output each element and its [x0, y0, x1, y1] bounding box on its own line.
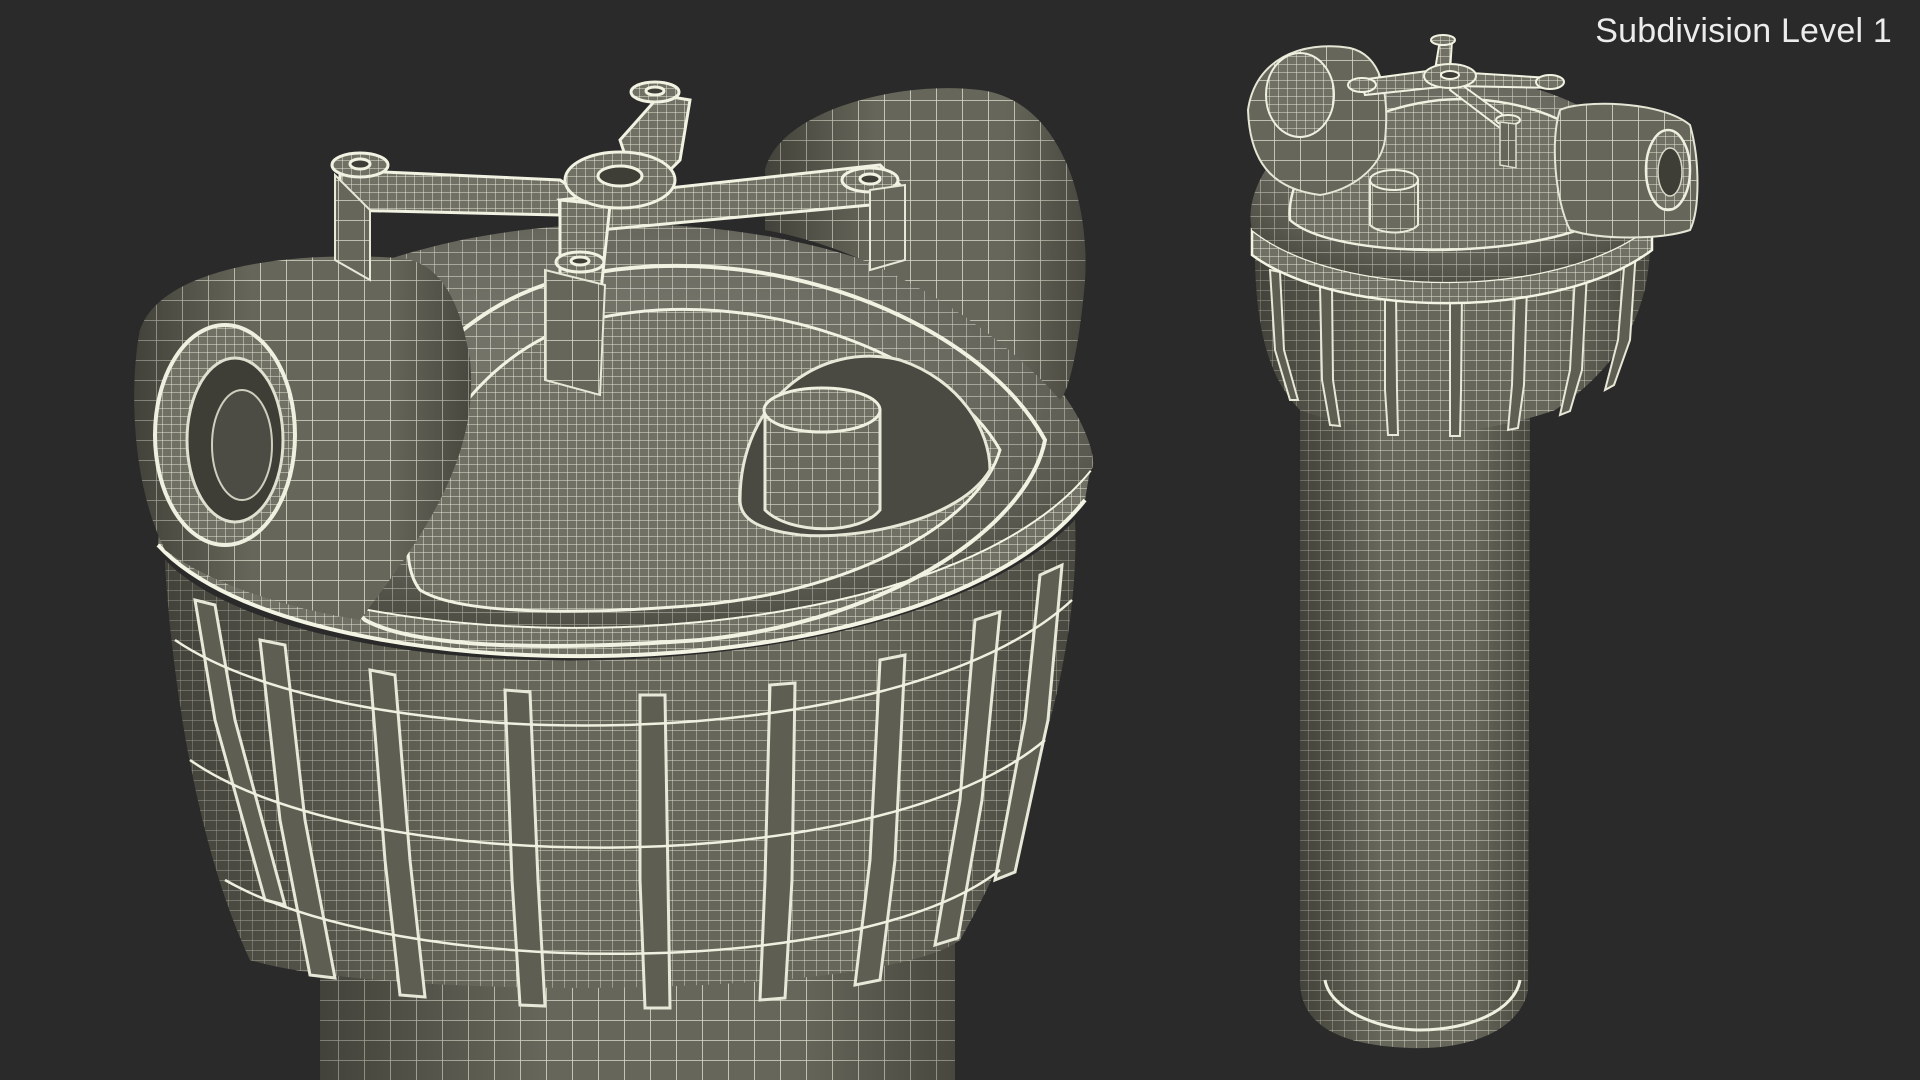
- render-canvas: [134, 34, 1699, 1080]
- subdivision-level-label: Subdivision Level 1: [1595, 12, 1892, 50]
- render-viewport: Subdivision Level 1: [0, 0, 1920, 1080]
- water-filter-housing-closeup: [134, 80, 1094, 1080]
- filter-vent-plug: [762, 386, 882, 531]
- water-filter-housing-full: [1246, 34, 1699, 1049]
- full-filter-outlet-port: [1553, 102, 1699, 239]
- full-filter-bowl: [1300, 390, 1530, 1049]
- full-filter-inlet-port: [1246, 45, 1388, 197]
- full-filter-vent-plug: [1369, 169, 1419, 234]
